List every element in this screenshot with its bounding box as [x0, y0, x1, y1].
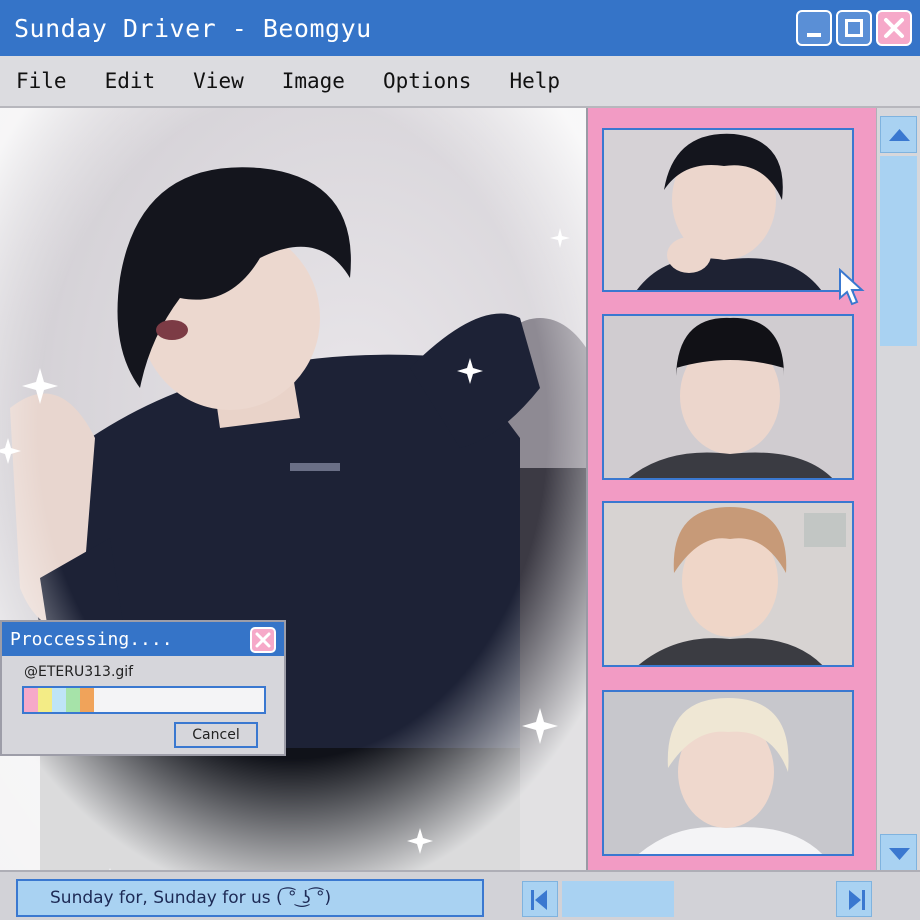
status-bar: Sunday for, Sunday for us ( ͡° ͜ʖ ͡°): [0, 870, 920, 920]
window-controls: [796, 10, 912, 46]
dialog-close-button[interactable]: [250, 627, 276, 653]
arrow-up-icon: [889, 129, 910, 141]
thumbnail-3[interactable]: [602, 501, 854, 667]
close-icon: [884, 18, 904, 38]
thumbnail-strip: [586, 108, 876, 870]
progress-segment: [24, 688, 38, 712]
thumbnail-4-image: [604, 692, 852, 854]
close-button[interactable]: [876, 10, 912, 46]
thumbnail-2[interactable]: [602, 314, 854, 480]
menu-view[interactable]: View: [193, 69, 244, 93]
dialog-title: Proccessing....: [10, 628, 173, 650]
menu-options[interactable]: Options: [383, 69, 472, 93]
dialog-filename: @ETERU313.gif: [24, 664, 134, 680]
minimize-icon: [807, 33, 821, 37]
dialog-title-bar: Proccessing....: [2, 622, 284, 656]
window-title: Sunday Driver - Beomgyu: [14, 13, 372, 43]
horizontal-scroll-thumb[interactable]: [562, 881, 674, 917]
processing-dialog: Proccessing.... @ETERU313.gif Cancel: [0, 620, 286, 756]
menu-help[interactable]: Help: [509, 69, 560, 93]
progress-bar: [22, 686, 266, 714]
cancel-button[interactable]: Cancel: [174, 722, 258, 748]
progress-segment: [80, 688, 94, 712]
status-text: Sunday for, Sunday for us ( ͡° ͜ʖ ͡°): [16, 879, 484, 917]
menu-edit[interactable]: Edit: [105, 69, 156, 93]
arrow-left-icon: [531, 890, 547, 910]
progress-segment: [38, 688, 52, 712]
arrow-right-icon: [849, 890, 865, 910]
scroll-thumb[interactable]: [880, 156, 917, 346]
title-bar: Sunday Driver - Beomgyu: [0, 0, 920, 56]
minimize-button[interactable]: [796, 10, 832, 46]
thumbnail-2-image: [604, 316, 852, 478]
close-icon: [255, 632, 271, 648]
thumbnail-1[interactable]: [602, 128, 854, 292]
thumbnail-4[interactable]: [602, 690, 854, 856]
thumbnail-3-image: [604, 503, 852, 665]
arrow-down-icon: [889, 848, 910, 860]
scroll-up-button[interactable]: [880, 116, 917, 153]
progress-segment: [52, 688, 66, 712]
vertical-scrollbar[interactable]: [876, 108, 920, 871]
menu-image[interactable]: Image: [282, 69, 345, 93]
scroll-left-button[interactable]: [522, 881, 558, 917]
scroll-down-button[interactable]: [880, 834, 917, 871]
thumbnail-1-image: [604, 130, 852, 290]
progress-fill: [24, 688, 264, 712]
scroll-right-button[interactable]: [836, 881, 872, 917]
menu-bar: File Edit View Image Options Help: [0, 56, 920, 108]
maximize-icon: [845, 19, 863, 37]
menu-file[interactable]: File: [16, 69, 67, 93]
progress-segment: [66, 688, 80, 712]
cursor-icon: [839, 268, 865, 306]
maximize-button[interactable]: [836, 10, 872, 46]
